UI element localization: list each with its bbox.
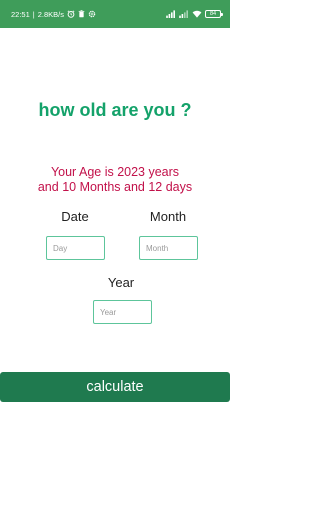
settings-icon (88, 10, 96, 18)
month-input[interactable] (139, 236, 198, 260)
trash-icon (78, 10, 85, 18)
screen: 22:51 | 2.8KB/s 84 how old are you ? You… (0, 0, 230, 512)
battery-icon: 84 (205, 10, 223, 18)
age-result: Your Age is 2023 years and 10 Months and… (0, 165, 230, 195)
year-label: Year (107, 275, 135, 290)
date-label: Date (61, 209, 89, 224)
year-input[interactable] (93, 300, 152, 324)
status-time: 22:51 (11, 9, 30, 19)
status-left: 22:51 | 2.8KB/s (11, 10, 96, 19)
alarm-icon (67, 10, 75, 18)
network-speed: 2.8KB/s (37, 9, 64, 19)
age-result-line-1: Your Age is 2023 years (50, 165, 180, 179)
month-label: Month (149, 209, 187, 224)
status-right: 84 (166, 10, 223, 18)
age-result-line-2: and 10 Months and 12 days (37, 180, 193, 194)
day-input[interactable] (46, 236, 105, 260)
page-title: how old are you ? (38, 100, 192, 120)
battery-level: 84 (209, 11, 217, 17)
status-separator: | (32, 9, 35, 19)
wifi-icon (192, 10, 202, 18)
signal-icon-secondary (179, 10, 189, 18)
signal-icon (166, 10, 176, 18)
calculate-button[interactable]: calculate (0, 372, 230, 402)
status-bar: 22:51 | 2.8KB/s 84 (0, 0, 230, 28)
